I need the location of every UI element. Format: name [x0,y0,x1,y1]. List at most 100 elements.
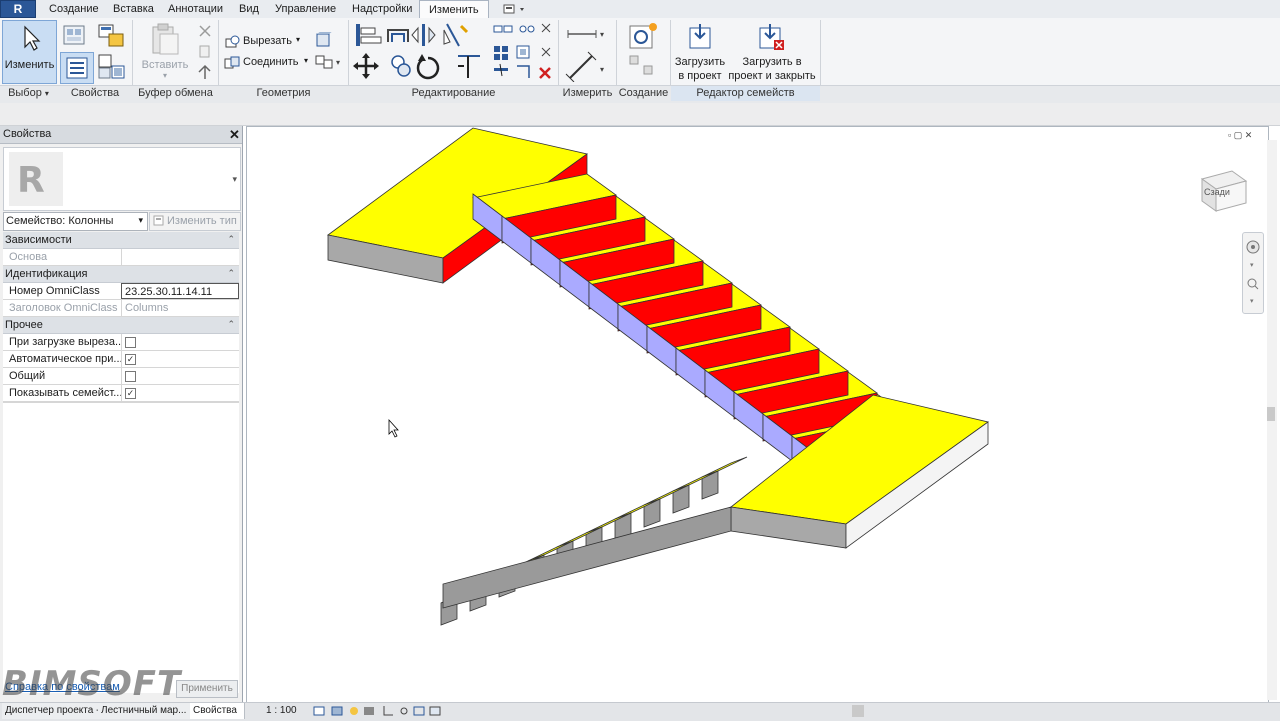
viewcube[interactable]: Сзади [1196,165,1252,215]
panel-toggle-icon[interactable] [502,3,528,15]
detail-level-icon [313,706,325,716]
prop-auto-place-label: Автоматическое при... [9,353,121,365]
family-filter-select[interactable]: Семейство: Колонны ▾ [3,212,148,231]
type-properties-icon[interactable] [96,52,128,82]
tab-stair-run[interactable]: Лестничный мар... [98,703,191,719]
prop-omniclass-number-label: Номер OmniClass [9,285,100,297]
svg-text:▾: ▾ [336,58,340,67]
cut-dropdown-icon: ▾ [296,35,301,44]
tab-manage[interactable]: Управление [266,0,345,18]
group-identity[interactable]: Идентификация ⌃ [3,266,239,283]
svg-text:R: R [17,160,45,201]
auto-place-checkbox[interactable]: ✓ [125,354,136,365]
edit-type-label: Изменить тип [167,215,237,227]
view-control-bar[interactable] [312,704,452,718]
group-constraints-label: Зависимости [5,234,72,246]
load-into-project-button[interactable]: Загрузить в проект [674,22,726,84]
group-other-label: Прочее [5,319,43,331]
family-filter-value: Семейство: Колонны [6,215,114,227]
properties-toggle-icon[interactable] [60,52,94,84]
cut-on-load-checkbox[interactable] [125,337,136,348]
prop-host-label: Основа [9,251,48,263]
sun-path-icon [350,707,358,715]
align-icon [356,24,382,46]
view-window-controls[interactable]: ▫ ▢ ✕ [1228,130,1252,141]
crop-icon [383,706,393,716]
horizontal-scroll-thumb[interactable] [852,705,864,717]
split-gap-icon [494,63,508,77]
show-family-checkbox[interactable]: ✓ [125,388,136,399]
svg-text:▾: ▾ [1250,262,1254,269]
panel-select-label[interactable]: Выбор ▾ [0,86,57,101]
flight-stringer [442,506,732,609]
prop-omniclass-number-input[interactable]: 23.25.30.11.14.11 [121,283,239,299]
tab-project-browser[interactable]: Диспетчер проекта -... [2,703,99,719]
family-category-icon[interactable] [96,22,128,50]
load-and-close-button[interactable]: Загрузить в проект и закрыть [728,22,816,84]
panel-select-text: Выбор [8,87,42,99]
app-logo-icon: R [13,2,23,16]
tab-addins[interactable]: Надстройки [343,0,421,18]
delete-icon [539,67,551,79]
group-constraints[interactable]: Зависимости ⌃ [3,232,239,249]
paste-button[interactable]: Вставить ▾ [140,22,190,80]
shadows-icon [364,707,374,715]
zoom-icon [1247,278,1259,290]
tab-create[interactable]: Создание [40,0,108,18]
split-icon [493,25,513,33]
stair-3d-view[interactable] [246,126,1267,702]
tab-view[interactable]: Вид [230,0,268,18]
load-into-project-line2: в проект [678,70,722,82]
create-tools[interactable] [622,22,666,82]
prop-row-auto-place: Автоматическое при... ✓ [3,351,239,368]
create-similar-icon [629,55,653,75]
offset-icon [387,29,409,42]
shared-checkbox[interactable] [125,371,136,382]
prop-row-omniclass-title: Заголовок OmniClass Columns [3,300,239,317]
family-types-icon[interactable] [60,22,92,50]
tab-properties[interactable]: Свойства [190,703,245,719]
panel-measure-label: Измерить [562,87,613,99]
scissors-icon [541,23,551,33]
svg-text:▾: ▾ [1250,298,1254,305]
prop-omniclass-title-value: Columns [121,300,239,316]
visual-style-icon [331,706,343,716]
measure-tools[interactable]: ▾ ▾ [562,22,614,83]
group-other[interactable]: Прочее ⌃ [3,317,239,334]
prop-row-shared: Общий [3,368,239,385]
edit-type-button[interactable]: Изменить тип [149,212,241,231]
copy-icon [391,55,411,77]
cut-button[interactable]: Вырезать ▾ [224,34,324,50]
cut-label: Вырезать [243,35,292,47]
geometry-small-icons[interactable]: ▾ [314,31,344,74]
hide-icon [400,707,408,715]
tab-modify[interactable]: Изменить [419,0,489,19]
unpin-icon [541,47,551,57]
application-button[interactable]: R [0,0,36,18]
cut-geometry-icon [225,35,240,48]
tab-annotate[interactable]: Аннотации [159,0,232,18]
options-bar [0,103,1280,126]
viewcube-face-label: Сзади [1204,187,1230,197]
navigation-bar[interactable]: ▾ ▾ [1242,232,1264,314]
mirror-draw-icon [443,23,469,47]
create-group-icon [629,23,657,49]
type-selector[interactable]: R ▾ [3,147,241,211]
vertical-scroll-thumb[interactable] [1267,407,1275,421]
join-button[interactable]: Соединить ▾ [224,55,324,71]
close-icon[interactable]: ✕ [229,127,240,143]
reveal-icon [429,706,441,716]
view-scale[interactable]: 1 : 100 [266,705,297,716]
group-identity-label: Идентификация [5,268,88,280]
prop-cut-on-load-value [121,334,239,350]
modify-button[interactable]: Изменить [2,20,57,84]
pin-icon [519,25,535,33]
array-icon [494,46,508,60]
modify-tools-group[interactable] [352,20,557,84]
tab-insert[interactable]: Вставка [104,0,163,18]
scale-icon [516,45,530,59]
prop-shared-label: Общий [9,370,46,382]
prop-row-cut-on-load: При загрузке выреза... [3,334,239,351]
select-dropdown-icon: ▾ [44,89,49,98]
apply-button[interactable]: Применить [176,680,238,698]
